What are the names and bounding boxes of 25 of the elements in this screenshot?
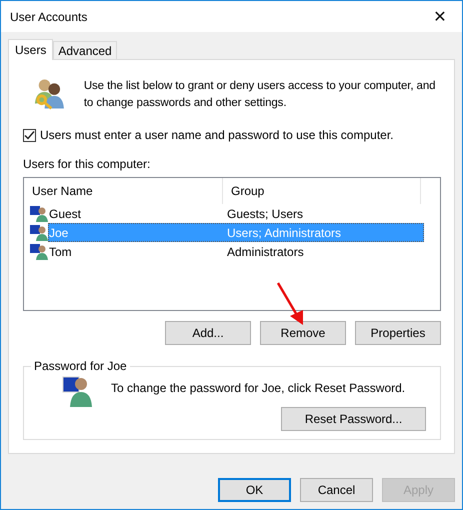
user-computer-icon xyxy=(61,375,93,407)
action-button[interactable]: Add... xyxy=(165,321,251,345)
column-header[interactable]: Group xyxy=(223,178,421,204)
checkmark-icon xyxy=(24,130,35,140)
list-row[interactable]: Guest Guests; Users xyxy=(48,204,424,223)
action-button[interactable]: Properties xyxy=(355,321,441,345)
window-title: User Accounts xyxy=(10,10,88,24)
login-checkbox[interactable]: Users must enter a user name and password to use this computer. xyxy=(23,128,441,142)
tab[interactable]: Advanced xyxy=(53,41,117,59)
dialog-button[interactable]: OK xyxy=(218,478,291,502)
column-header[interactable]: User Name xyxy=(24,178,223,204)
reset-password-button[interactable]: Reset Password... xyxy=(281,407,426,431)
instruction-text: Use the list below to grant or deny users access to your computer, and to change passwords and other settings. xyxy=(84,79,436,111)
action-button[interactable]: Remove xyxy=(260,321,346,345)
users-label: Users for this computer: xyxy=(23,157,152,171)
dialog-button[interactable]: Cancel xyxy=(300,478,373,502)
user-computer-icon xyxy=(30,205,48,222)
close-button[interactable]: ✕ xyxy=(418,1,462,32)
group-title: Password for Joe xyxy=(33,359,128,373)
user-computer-icon xyxy=(30,243,48,260)
list-row[interactable]: Tom Administrators xyxy=(48,242,424,261)
tab[interactable]: Users xyxy=(8,39,54,60)
arrow xyxy=(276,281,306,327)
user-computer-icon xyxy=(30,224,48,241)
password-hint: To change the password for Joe, click Reset Password. xyxy=(111,381,406,395)
